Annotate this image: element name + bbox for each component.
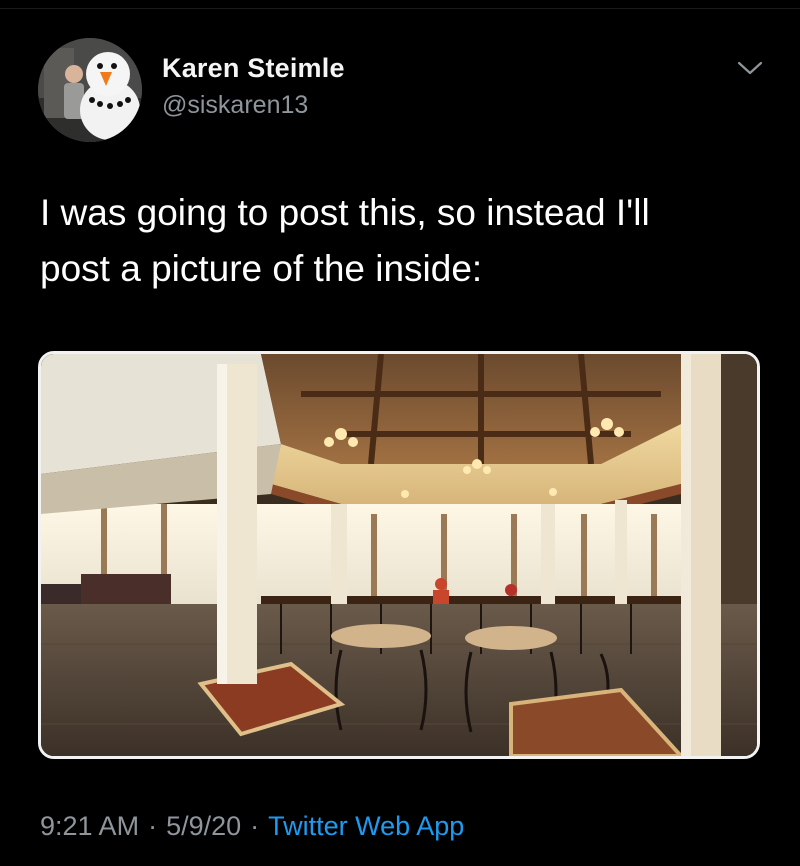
restaurant-interior-photo-icon [41,354,757,756]
tweet-meta: 9:21 AM · 5/9/20 · Twitter Web App [40,811,464,842]
snowman-avatar-icon [38,38,142,142]
meta-separator: · [250,811,260,841]
author-display-name[interactable]: Karen Steimle [162,53,345,84]
tweet-source-link[interactable]: Twitter Web App [268,811,464,841]
tweet-date[interactable]: 5/9/20 [166,811,241,841]
author-handle[interactable]: @siskaren13 [162,91,308,120]
tweet-text-line: post a picture of the inside: [40,248,483,289]
top-divider [0,0,800,9]
avatar[interactable] [38,38,142,142]
tweet-media[interactable] [38,351,760,759]
tweet-text-line: I was going to post this, so instead I'l… [40,192,650,233]
chevron-down-icon[interactable] [736,58,764,78]
tweet-time[interactable]: 9:21 AM [40,811,139,841]
tweet-text: I was going to post this, so instead I'l… [40,185,760,297]
meta-separator: · [148,811,158,841]
